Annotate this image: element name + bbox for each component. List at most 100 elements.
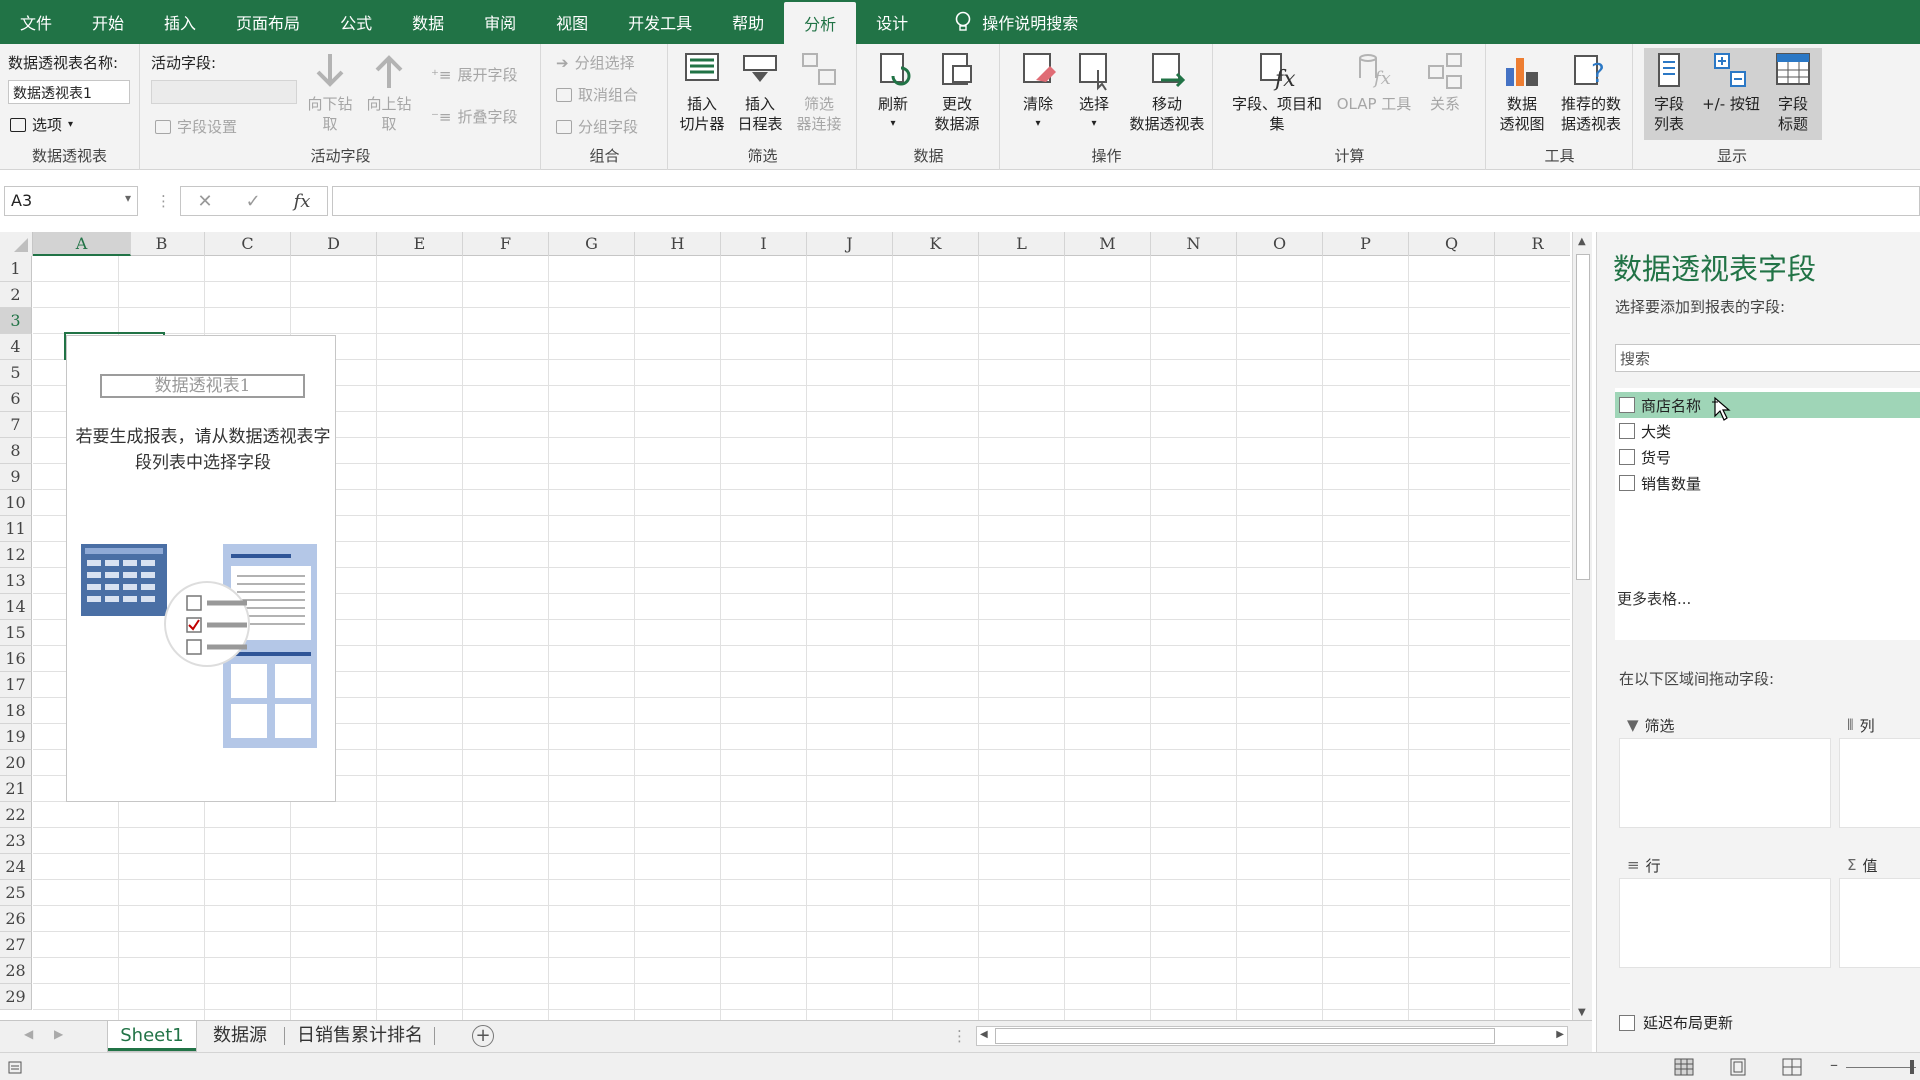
row-header-27[interactable]: 27 bbox=[0, 932, 32, 958]
pivot-placeholder[interactable]: 数据透视表1 若要生成报表，请从数据透视表字段列表中选择字段 bbox=[66, 335, 336, 802]
row-header-4[interactable]: 4 bbox=[0, 334, 32, 360]
split-handle-icon[interactable]: ⋮ bbox=[952, 1027, 967, 1045]
recommended-pivottables-button[interactable]: ? 推荐的数 据透视表 bbox=[1553, 50, 1629, 134]
macro-record-icon[interactable] bbox=[8, 1059, 24, 1075]
more-tables-link[interactable]: 更多表格... bbox=[1617, 588, 1691, 609]
row-header-11[interactable]: 11 bbox=[0, 516, 32, 542]
row-header-24[interactable]: 24 bbox=[0, 854, 32, 880]
move-pivottable-button[interactable]: 移动 数据透视表 bbox=[1123, 50, 1211, 134]
column-header-c[interactable]: C bbox=[205, 232, 291, 256]
tab-analyze[interactable]: 分析 bbox=[784, 2, 857, 44]
scroll-down-icon[interactable]: ▼ bbox=[1578, 1007, 1586, 1018]
row-header-6[interactable]: 6 bbox=[0, 386, 32, 412]
defer-checkbox[interactable] bbox=[1619, 1014, 1635, 1031]
row-header-26[interactable]: 26 bbox=[0, 906, 32, 932]
collapse-field-button[interactable]: ⁻≡ 折叠字段 bbox=[431, 106, 518, 127]
filters-area[interactable]: ▼ 筛选 bbox=[1619, 712, 1831, 832]
row-header-3[interactable]: 3 bbox=[0, 308, 32, 334]
enter-icon[interactable]: ✓ bbox=[246, 191, 261, 212]
field-checkbox[interactable] bbox=[1619, 397, 1635, 413]
refresh-button[interactable]: 刷新 ▾ bbox=[868, 50, 918, 134]
column-header-r[interactable]: R bbox=[1495, 232, 1570, 256]
row-header-20[interactable]: 20 bbox=[0, 750, 32, 776]
zoom-out-icon[interactable]: – bbox=[1830, 1055, 1838, 1074]
row-header-16[interactable]: 16 bbox=[0, 646, 32, 672]
column-header-e[interactable]: E bbox=[377, 232, 463, 256]
row-header-1[interactable]: 1 bbox=[0, 256, 32, 282]
zoom-slider[interactable] bbox=[1846, 1067, 1916, 1068]
column-header-i[interactable]: I bbox=[721, 232, 807, 256]
field-item-sku[interactable]: 货号 bbox=[1615, 444, 1920, 470]
tab-help[interactable]: 帮助 bbox=[712, 0, 784, 44]
field-list-button[interactable]: 字段 列表 bbox=[1644, 50, 1694, 134]
sheet-tab-sheet1[interactable]: Sheet1 bbox=[108, 1021, 196, 1051]
row-header-22[interactable]: 22 bbox=[0, 802, 32, 828]
defer-layout-update[interactable]: 延迟布局更新 bbox=[1619, 1012, 1733, 1033]
row-header-17[interactable]: 17 bbox=[0, 672, 32, 698]
vertical-scrollbar[interactable]: ▲ ▼ bbox=[1572, 232, 1592, 1022]
page-break-view-icon[interactable] bbox=[1782, 1058, 1802, 1076]
field-checkbox[interactable] bbox=[1619, 423, 1635, 439]
row-header-10[interactable]: 10 bbox=[0, 490, 32, 516]
relationships-button[interactable]: 关系 bbox=[1420, 50, 1470, 114]
row-header-5[interactable]: 5 bbox=[0, 360, 32, 386]
column-header-d[interactable]: D bbox=[291, 232, 377, 256]
row-header-13[interactable]: 13 bbox=[0, 568, 32, 594]
tab-page-layout[interactable]: 页面布局 bbox=[216, 0, 320, 44]
field-headers-button[interactable]: 字段 标题 bbox=[1768, 50, 1818, 134]
column-header-p[interactable]: P bbox=[1323, 232, 1409, 256]
normal-view-icon[interactable] bbox=[1674, 1058, 1694, 1076]
column-header-g[interactable]: G bbox=[549, 232, 635, 256]
select-button[interactable]: 选择 ▾ bbox=[1069, 50, 1119, 134]
tab-developer[interactable]: 开发工具 bbox=[608, 0, 712, 44]
columns-drop-box[interactable] bbox=[1839, 738, 1920, 828]
filter-connections-button[interactable]: 筛选 器连接 bbox=[789, 50, 849, 134]
row-header-12[interactable]: 12 bbox=[0, 542, 32, 568]
row-header-14[interactable]: 14 bbox=[0, 594, 32, 620]
row-header-8[interactable]: 8 bbox=[0, 438, 32, 464]
cell-area[interactable]: 数据透视表1 若要生成报表，请从数据透视表字段列表中选择字段 bbox=[33, 256, 1570, 1020]
row-header-2[interactable]: 2 bbox=[0, 282, 32, 308]
name-box[interactable]: A3 bbox=[4, 186, 138, 216]
sheet-next-icon[interactable]: ▶ bbox=[54, 1027, 63, 1041]
rows-area[interactable]: ≡ 行 bbox=[1619, 852, 1831, 972]
row-header-29[interactable]: 29 bbox=[0, 984, 32, 1010]
clear-button[interactable]: 清除 ▾ bbox=[1013, 50, 1063, 134]
tab-view[interactable]: 视图 bbox=[536, 0, 608, 44]
column-header-f[interactable]: F bbox=[463, 232, 549, 256]
scroll-left-icon[interactable]: ◀ bbox=[980, 1029, 988, 1040]
worksheet-grid[interactable]: ABCDEFGHIJKLMNOPQR 1 2 3 4 5 6 7 8 9 10 11 12 13 14 15… bbox=[0, 232, 1570, 1020]
field-search-input[interactable]: 搜索 bbox=[1615, 344, 1920, 372]
add-sheet-icon[interactable]: + bbox=[472, 1025, 494, 1047]
row-header-18[interactable]: 18 bbox=[0, 698, 32, 724]
page-layout-view-icon[interactable] bbox=[1728, 1058, 1748, 1076]
sheet-prev-icon[interactable]: ◀ bbox=[24, 1027, 33, 1041]
field-checkbox[interactable] bbox=[1619, 449, 1635, 465]
sheet-tab-data-source[interactable]: 数据源 bbox=[198, 1021, 282, 1051]
field-checkbox[interactable] bbox=[1619, 475, 1635, 491]
insert-timeline-button[interactable]: 插入 日程表 bbox=[731, 50, 789, 134]
group-field-button[interactable]: 分组字段 bbox=[556, 116, 638, 137]
expand-field-button[interactable]: ⁺≡ 展开字段 bbox=[431, 64, 518, 85]
column-header-a[interactable]: A bbox=[33, 232, 131, 256]
column-header-n[interactable]: N bbox=[1151, 232, 1237, 256]
columns-area[interactable]: ⦀ 列 bbox=[1839, 712, 1920, 832]
values-drop-box[interactable] bbox=[1839, 878, 1920, 968]
row-header-7[interactable]: 7 bbox=[0, 412, 32, 438]
tab-review[interactable]: 审阅 bbox=[464, 0, 536, 44]
sheet-tab-daily-sales-rank[interactable]: 日销售累计排名 bbox=[290, 1021, 430, 1051]
column-header-q[interactable]: Q bbox=[1409, 232, 1495, 256]
vertical-scroll-thumb[interactable] bbox=[1576, 254, 1590, 580]
drill-up-button[interactable]: 向上钻 取 bbox=[363, 50, 415, 134]
row-header-21[interactable]: 21 bbox=[0, 776, 32, 802]
horizontal-scroll-thumb[interactable] bbox=[995, 1028, 1495, 1044]
column-header-o[interactable]: O bbox=[1237, 232, 1323, 256]
row-header-25[interactable]: 25 bbox=[0, 880, 32, 906]
scroll-up-icon[interactable]: ▲ bbox=[1578, 236, 1586, 247]
tab-design[interactable]: 设计 bbox=[856, 0, 928, 44]
plus-minus-buttons-button[interactable]: +/- 按钮 bbox=[1696, 50, 1766, 114]
values-area[interactable]: Σ值 bbox=[1839, 852, 1920, 972]
field-settings-button[interactable]: 字段设置 bbox=[155, 116, 237, 137]
insert-function-icon[interactable]: fx bbox=[294, 191, 311, 212]
scroll-right-icon[interactable]: ▶ bbox=[1556, 1029, 1564, 1040]
